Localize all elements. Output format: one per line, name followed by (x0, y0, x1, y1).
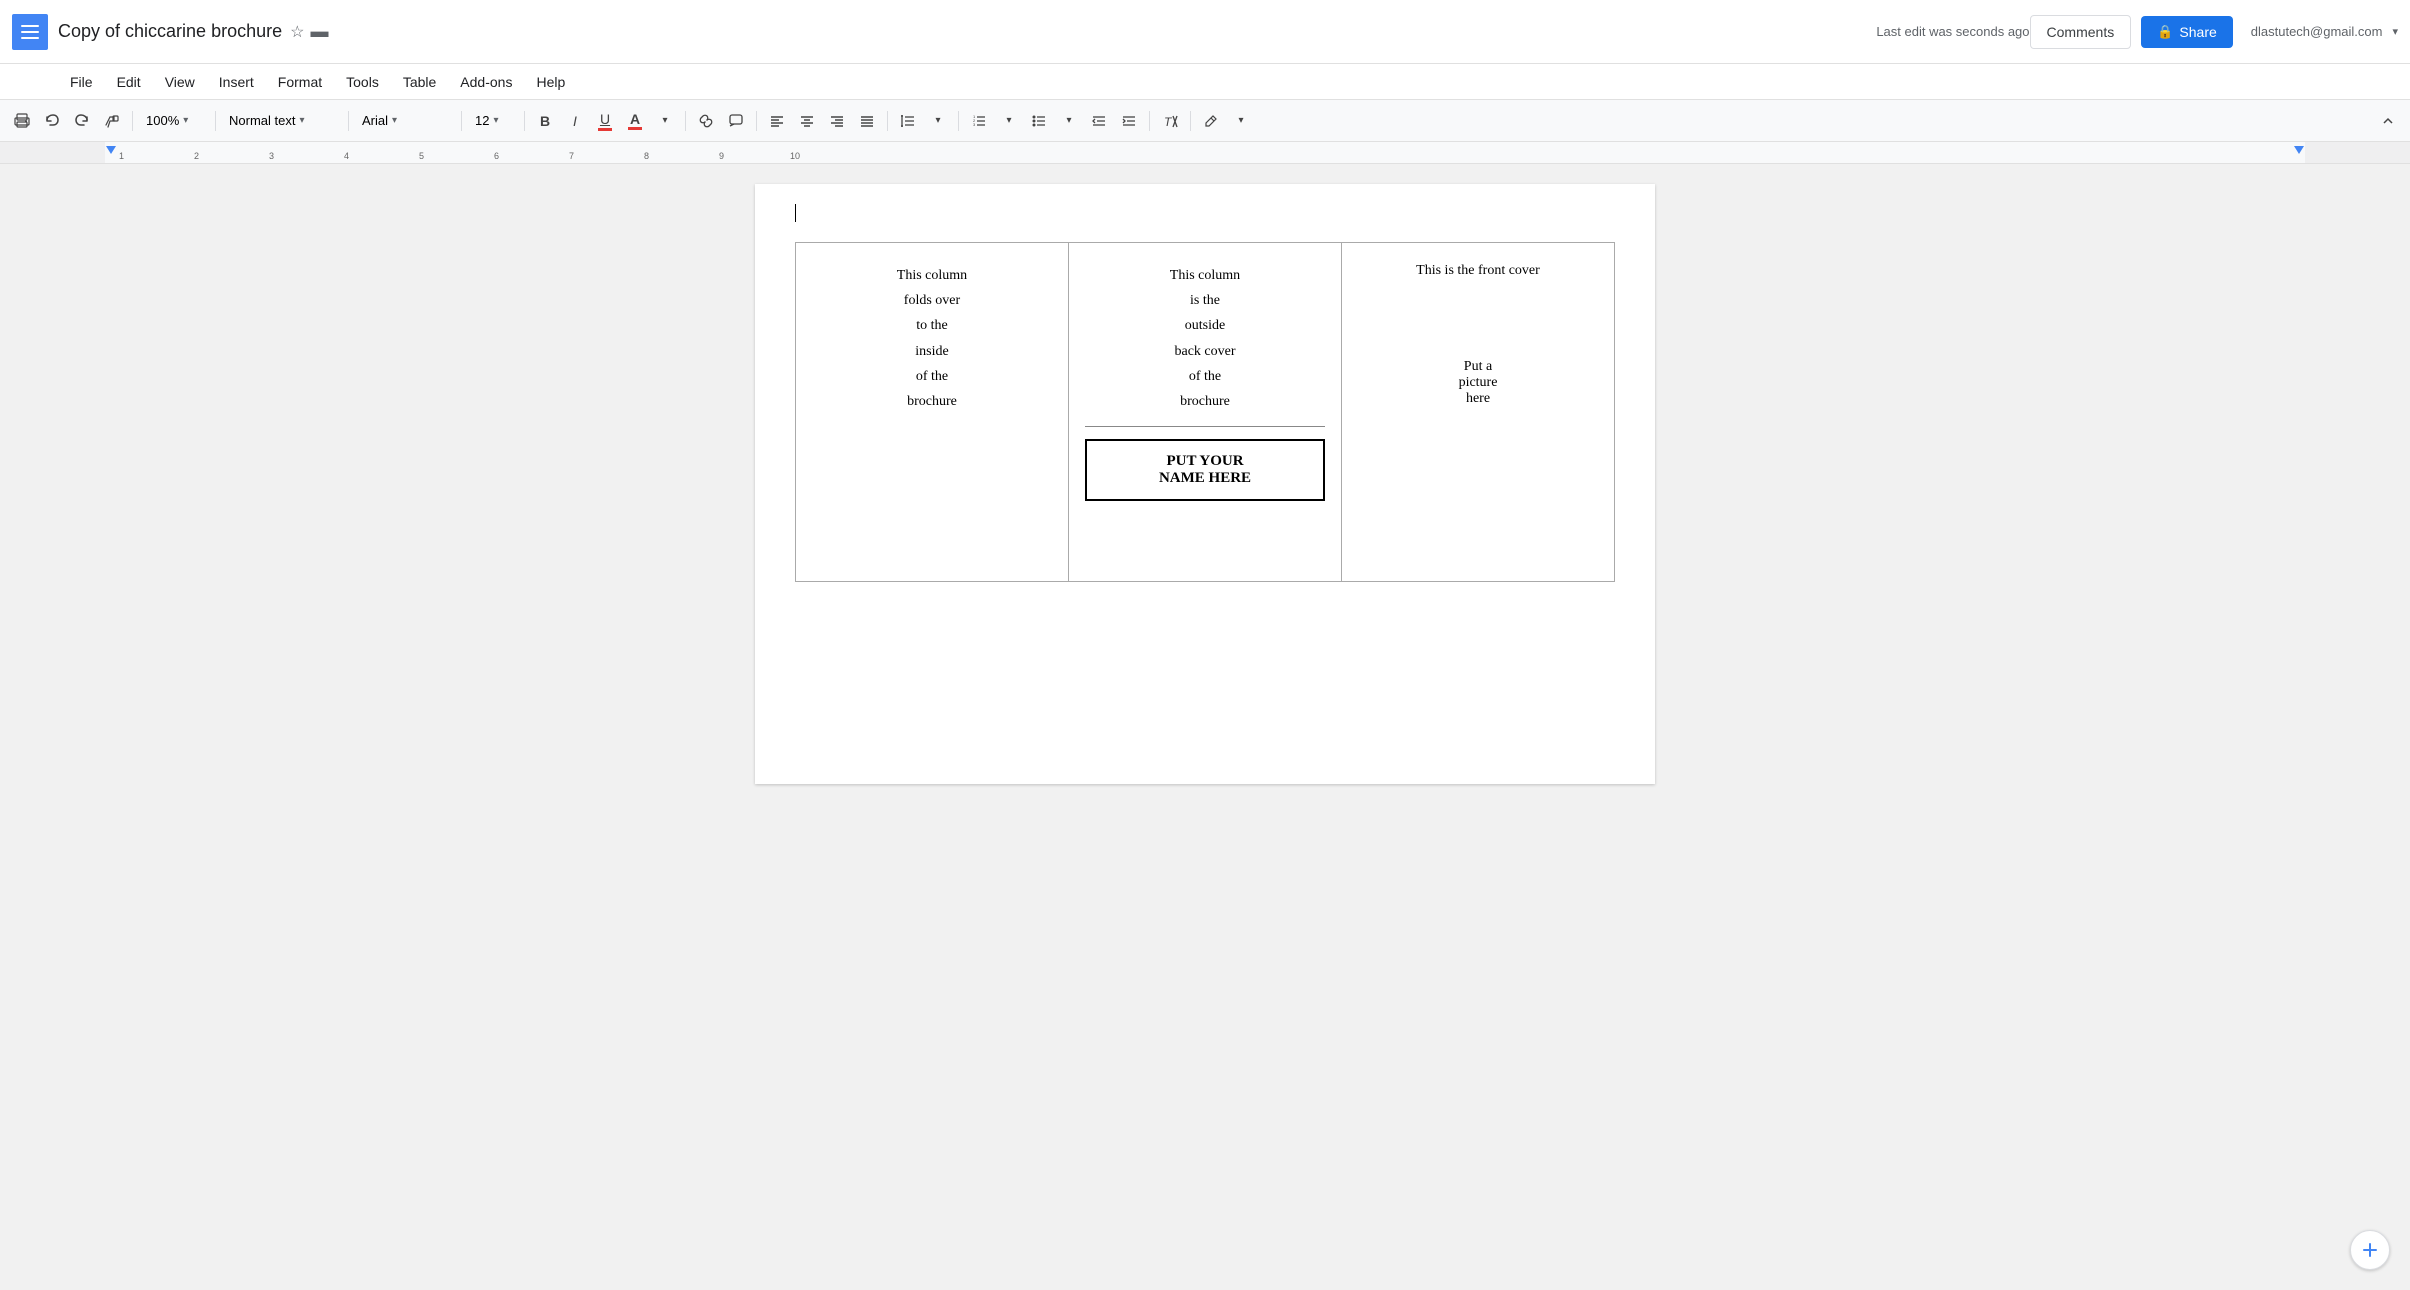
document-page: This columnfolds overto theinsideof theb… (755, 184, 1655, 784)
document-title: Copy of chiccarine brochure (58, 21, 282, 42)
font-select[interactable]: Arial ▾ (355, 107, 455, 135)
line-spacing-dropdown[interactable]: ▾ (924, 107, 952, 135)
toolbar: 100% ▾ Normal text ▾ Arial ▾ 12 ▾ B I U … (0, 100, 2410, 142)
lock-icon: 🔒 (2157, 24, 2173, 40)
underline-button[interactable]: U (591, 107, 619, 135)
drawing-dropdown[interactable]: ▾ (1227, 107, 1255, 135)
increase-indent-button[interactable] (1115, 107, 1143, 135)
decrease-indent-button[interactable] (1085, 107, 1113, 135)
app-menu-button[interactable] (12, 14, 48, 50)
brochure-col3[interactable]: This is the front cover Put apicturehere (1342, 243, 1615, 582)
separator-7 (756, 111, 757, 131)
ordered-list-button[interactable]: 123 (965, 107, 993, 135)
align-right-button[interactable] (823, 107, 851, 135)
name-box[interactable]: PUT YOURNAME HERE (1085, 439, 1325, 501)
ruler-left-indent-triangle[interactable] (106, 146, 116, 154)
col3-bottom-text: Put apicturehere (1358, 359, 1598, 407)
font-size-value: 12 (475, 113, 489, 128)
share-label: Share (2179, 24, 2216, 40)
menu-table[interactable]: Table (393, 70, 446, 94)
ruler-right-margin (2305, 142, 2410, 163)
ruler-left-margin (0, 142, 105, 163)
underline-color-bar (598, 128, 612, 131)
menu-view[interactable]: View (155, 70, 205, 94)
insert-link-button[interactable] (692, 107, 720, 135)
font-size-select[interactable]: 12 ▾ (468, 107, 518, 135)
style-select[interactable]: Normal text ▾ (222, 107, 342, 135)
document-area: This columnfolds overto theinsideof theb… (0, 164, 2410, 1290)
drawing-button[interactable] (1197, 107, 1225, 135)
user-dropdown-arrow[interactable]: ▾ (2392, 25, 2398, 38)
separator-8 (887, 111, 888, 131)
line-spacing-button[interactable] (894, 107, 922, 135)
col2-spacer (1085, 501, 1325, 561)
comments-button[interactable]: Comments (2030, 15, 2132, 49)
menu-bar: File Edit View Insert Format Tools Table… (0, 64, 2410, 100)
font-size-dropdown-arrow: ▾ (493, 115, 498, 126)
ruler: 1 2 3 4 5 6 7 8 9 10 (0, 142, 2410, 164)
last-edit-status: Last edit was seconds ago (1876, 24, 2029, 39)
menu-edit[interactable]: Edit (107, 70, 151, 94)
folder-icon[interactable]: ▬ (310, 21, 328, 42)
star-icon[interactable]: ☆ (290, 22, 304, 42)
font-dropdown-arrow: ▾ (392, 115, 397, 126)
separator-2 (215, 111, 216, 131)
separator-6 (685, 111, 686, 131)
justify-button[interactable] (853, 107, 881, 135)
ruler-tick-area: 1 2 3 4 5 6 7 8 9 10 (105, 142, 2305, 163)
paint-format-button[interactable] (98, 107, 126, 135)
italic-button[interactable]: I (561, 107, 589, 135)
col3-top-text: This is the front cover (1358, 263, 1598, 279)
zoom-select[interactable]: 100% ▾ (139, 107, 209, 135)
separator-3 (348, 111, 349, 131)
ruler-right-indent-triangle[interactable] (2294, 146, 2304, 154)
separator-11 (1190, 111, 1191, 131)
insert-comment-button[interactable] (722, 107, 750, 135)
menu-insert[interactable]: Insert (209, 70, 264, 94)
print-button[interactable] (8, 107, 36, 135)
col1-text: This columnfolds overto theinsideof theb… (812, 263, 1052, 414)
font-value: Arial (362, 113, 388, 128)
separator-5 (524, 111, 525, 131)
undo-button[interactable] (38, 107, 66, 135)
unordered-list-dropdown[interactable]: ▾ (1055, 107, 1083, 135)
text-color-button[interactable]: A (621, 107, 649, 135)
zoom-dropdown-arrow: ▾ (183, 115, 188, 126)
brochure-col2[interactable]: This columnis theoutsideback coverof the… (1069, 243, 1342, 582)
brochure-col1[interactable]: This columnfolds overto theinsideof theb… (796, 243, 1069, 582)
ordered-list-dropdown[interactable]: ▾ (995, 107, 1023, 135)
unordered-list-button[interactable] (1025, 107, 1053, 135)
col2-divider (1085, 426, 1325, 427)
align-left-button[interactable] (763, 107, 791, 135)
redo-button[interactable] (68, 107, 96, 135)
separator-1 (132, 111, 133, 131)
text-color-icon: A (630, 111, 640, 127)
svg-text:T: T (1164, 115, 1173, 129)
svg-text:3: 3 (973, 122, 976, 127)
user-email: dlastutech@gmail.com (2251, 24, 2383, 39)
clear-formatting-button[interactable]: T (1156, 107, 1184, 135)
menu-help[interactable]: Help (526, 70, 575, 94)
bold-button[interactable]: B (531, 107, 559, 135)
text-color-dropdown[interactable]: ▾ (651, 107, 679, 135)
separator-10 (1149, 111, 1150, 131)
share-button[interactable]: 🔒 Share (2141, 16, 2233, 48)
separator-4 (461, 111, 462, 131)
col2-top-text: This columnis theoutsideback coverof the… (1085, 263, 1325, 414)
menu-file[interactable]: File (60, 70, 103, 94)
style-value: Normal text (229, 113, 295, 128)
menu-tools[interactable]: Tools (336, 70, 389, 94)
floating-action-button[interactable] (2350, 1230, 2390, 1270)
menu-format[interactable]: Format (268, 70, 332, 94)
align-center-button[interactable] (793, 107, 821, 135)
text-color-bar (628, 127, 642, 130)
style-dropdown-arrow: ▾ (299, 115, 304, 126)
toolbar-collapse-button[interactable] (2374, 107, 2402, 135)
brochure-table: This columnfolds overto theinsideof theb… (795, 242, 1615, 582)
separator-9 (958, 111, 959, 131)
text-cursor (795, 204, 796, 222)
menu-addons[interactable]: Add-ons (450, 70, 522, 94)
zoom-value: 100% (146, 113, 179, 128)
